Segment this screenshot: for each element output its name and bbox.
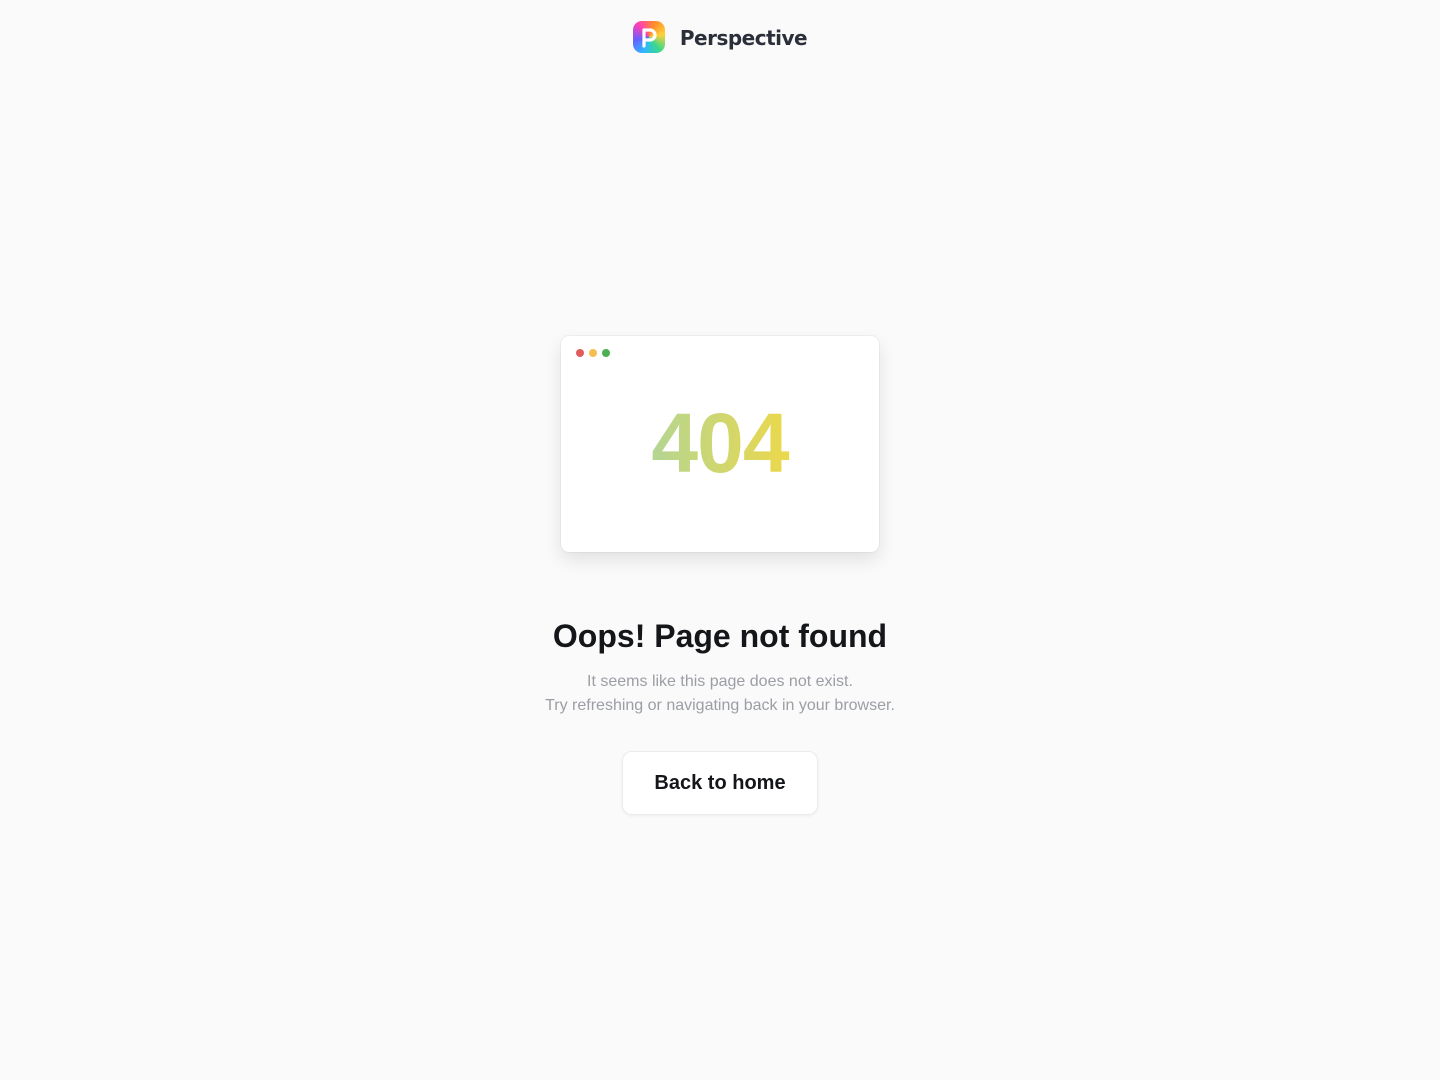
error-code: 404 — [561, 398, 879, 488]
browser-window-illustration: 404 — [561, 336, 879, 552]
close-dot — [576, 349, 584, 357]
page-title: Oops! Page not found — [552, 618, 888, 654]
brand-name: Perspective — [679, 26, 808, 50]
description-line-2: Try refreshing or navigating back in you… — [545, 697, 895, 714]
window-controls — [576, 349, 610, 357]
perspective-logo-icon — [632, 21, 665, 53]
minimize-dot — [589, 349, 597, 357]
description-line-1: It seems like this page does not exist. — [587, 673, 853, 690]
maximize-dot — [602, 349, 610, 357]
brand-logo-link[interactable]: Perspective — [0, 20, 1440, 54]
not-found-page: Perspective 404 Oops! Page not found It … — [0, 0, 1440, 1080]
back-to-home-button[interactable]: Back to home — [622, 751, 818, 815]
error-description: It seems like this page does not exist. … — [0, 670, 1440, 718]
